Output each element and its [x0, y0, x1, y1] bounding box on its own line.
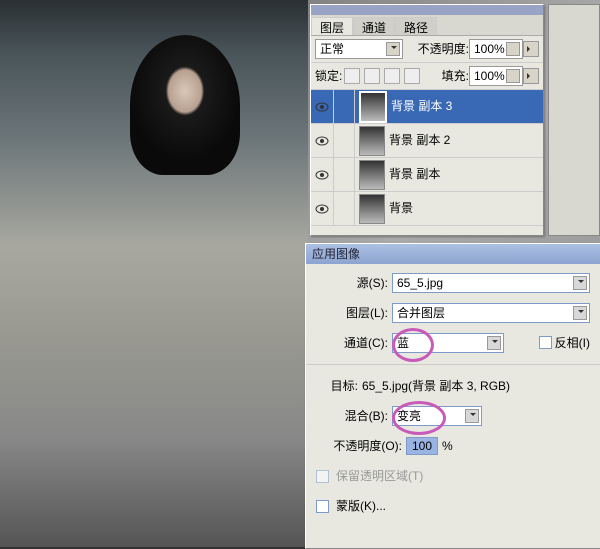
fill-label: 填充:: [442, 68, 469, 85]
opacity-label: 不透明度:: [418, 41, 469, 58]
dialog-titlebar[interactable]: 应用图像: [306, 244, 600, 264]
visibility-toggle[interactable]: [311, 158, 334, 191]
panel-titlebar[interactable]: [311, 5, 543, 15]
opacity-input[interactable]: 100: [406, 437, 438, 455]
opacity-unit: %: [442, 438, 453, 455]
visibility-toggle[interactable]: [311, 124, 334, 157]
layer-thumbnail[interactable]: [359, 160, 385, 190]
layer-name[interactable]: 背景: [389, 200, 543, 217]
document-image: [0, 0, 308, 547]
layer-thumbnail[interactable]: [359, 91, 387, 123]
apply-image-dialog: 应用图像 源(S): 65_5.jpg 图层(L): 合并图层 通道(C): 蓝…: [305, 243, 600, 549]
blend-row: 正常 不透明度: 100%: [311, 36, 543, 63]
layer-name[interactable]: 背景 副本 3: [391, 98, 543, 115]
layer-thumbnail[interactable]: [359, 126, 385, 156]
lock-row: 锁定: 填充: 100%: [311, 63, 543, 90]
visibility-toggle[interactable]: [311, 192, 334, 225]
preserve-transparency-label: 保留透明区域(T): [336, 468, 423, 485]
channel-label: 通道(C):: [316, 335, 388, 352]
blend-select[interactable]: 变亮: [392, 406, 482, 426]
lock-all-icon[interactable]: [404, 68, 420, 84]
layer-name[interactable]: 背景 副本: [389, 166, 543, 183]
lock-position-icon[interactable]: [384, 68, 400, 84]
lock-pixels-icon[interactable]: [364, 68, 380, 84]
tab-channels[interactable]: 通道: [353, 17, 395, 35]
link-cell[interactable]: [334, 124, 355, 157]
workspace: 图层 通道 路径 正常 不透明度: 100% 锁定: 填充: 100% 背景: [0, 0, 600, 547]
layer-list: 背景 副本 3 背景 副本 2 背景 副本 背景: [311, 90, 543, 230]
fill-field[interactable]: 100%: [469, 66, 523, 86]
link-cell[interactable]: [334, 192, 355, 225]
panel-tabs: 图层 通道 路径: [311, 15, 543, 36]
target-label: 目标:: [316, 378, 358, 395]
layers-panel: 图层 通道 路径 正常 不透明度: 100% 锁定: 填充: 100% 背景: [310, 4, 544, 236]
layer-item[interactable]: 背景 副本 2: [311, 124, 543, 158]
layer-select[interactable]: 合并图层: [392, 303, 590, 323]
invert-label: 反相(I): [555, 335, 590, 352]
layer-item[interactable]: 背景 副本: [311, 158, 543, 192]
opacity-label: 不透明度(O):: [316, 438, 402, 455]
layer-item[interactable]: 背景: [311, 192, 543, 226]
source-select[interactable]: 65_5.jpg: [392, 273, 590, 293]
tab-paths[interactable]: 路径: [395, 17, 437, 35]
tab-layers[interactable]: 图层: [311, 17, 353, 35]
channel-select[interactable]: 蓝: [392, 333, 504, 353]
source-label: 源(S):: [316, 275, 388, 292]
blend-label: 混合(B):: [316, 408, 388, 425]
layer-label: 图层(L):: [316, 305, 388, 322]
panel-dock: [548, 4, 600, 236]
opacity-flyout-button[interactable]: [523, 41, 539, 57]
layer-item[interactable]: 背景 副本 3: [311, 90, 543, 124]
link-cell[interactable]: [334, 158, 355, 191]
layer-name[interactable]: 背景 副本 2: [389, 132, 543, 149]
fill-flyout-button[interactable]: [523, 68, 539, 84]
blend-mode-select[interactable]: 正常: [315, 39, 403, 59]
preserve-transparency-checkbox[interactable]: [316, 470, 329, 483]
layer-thumbnail[interactable]: [359, 194, 385, 224]
lock-label: 锁定:: [315, 68, 342, 85]
lock-transparency-icon[interactable]: [344, 68, 360, 84]
mask-checkbox[interactable]: [316, 500, 329, 513]
link-cell[interactable]: [334, 90, 355, 123]
mask-label: 蒙版(K)...: [336, 498, 386, 515]
opacity-field[interactable]: 100%: [469, 39, 523, 59]
visibility-toggle[interactable]: [311, 90, 334, 123]
invert-checkbox[interactable]: [539, 336, 552, 349]
target-value: 65_5.jpg(背景 副本 3, RGB): [362, 378, 510, 395]
